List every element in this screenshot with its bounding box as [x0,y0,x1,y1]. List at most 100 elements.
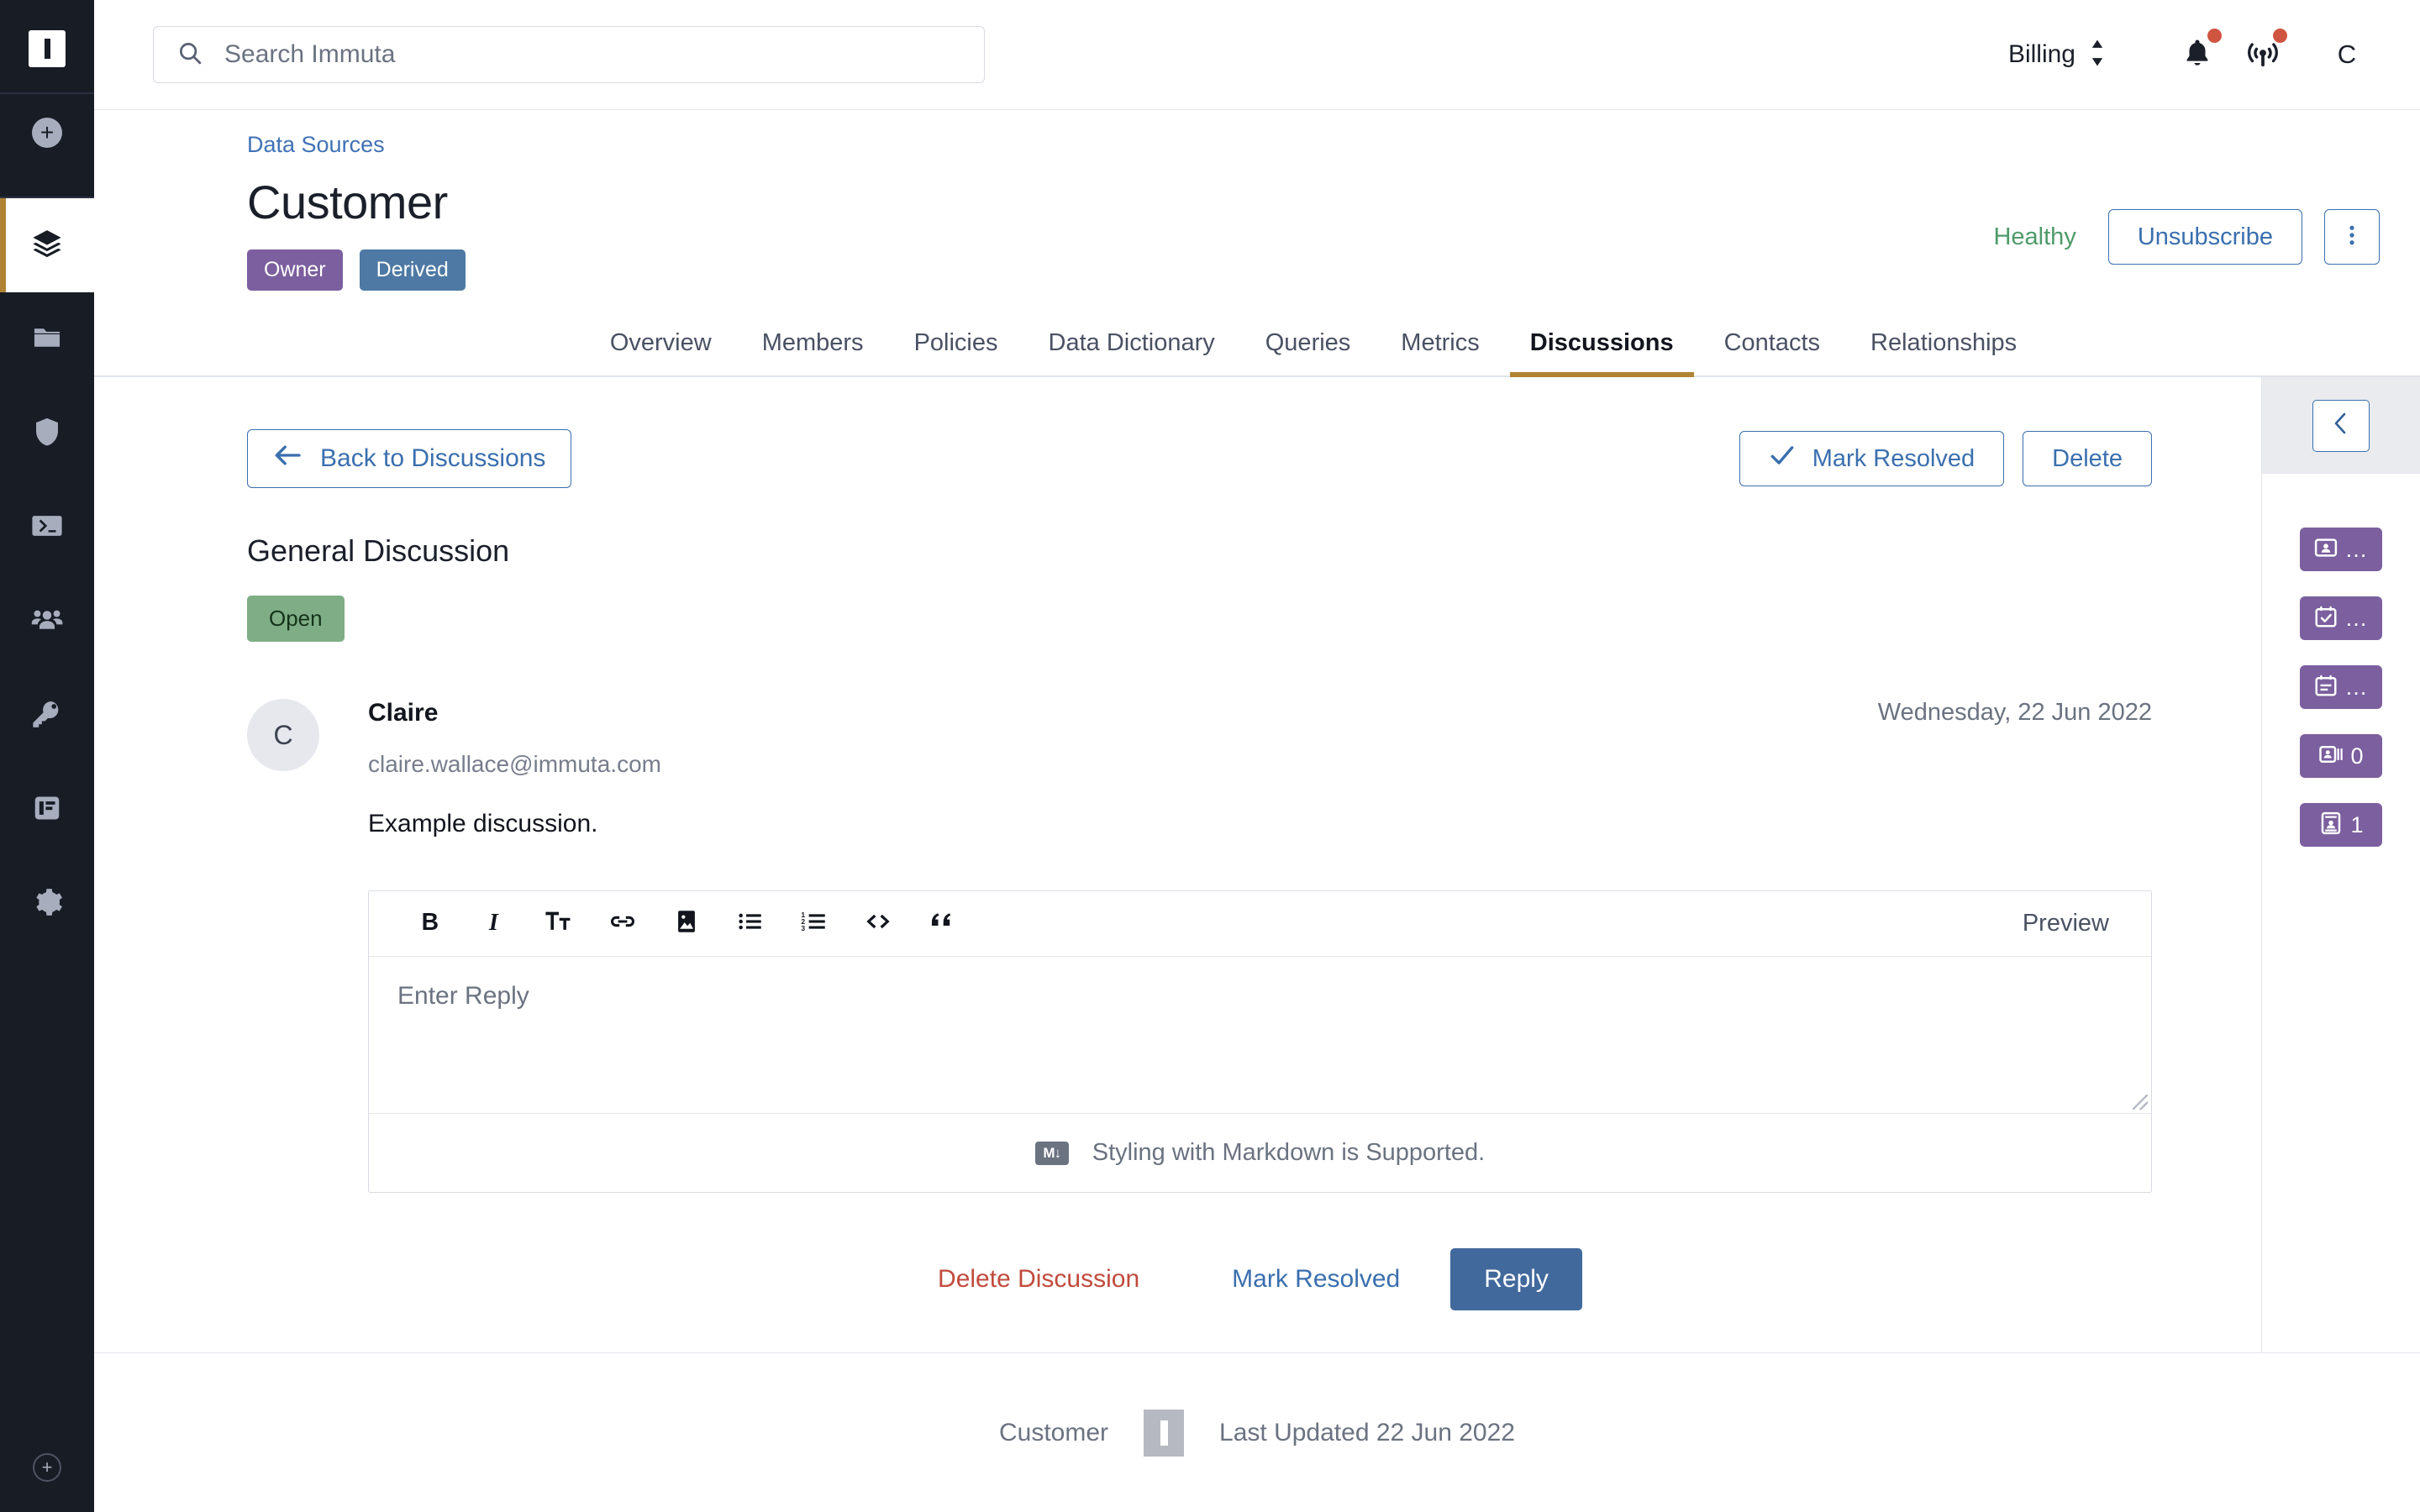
tag-derived: Derived [359,249,466,291]
more-options-button[interactable] [2324,209,2380,265]
topbar-actions: Billing C [2008,22,2380,87]
sidebar-item-projects[interactable] [0,292,94,386]
contacts-badge[interactable]: … [2300,528,2382,571]
mark-resolved-button-bottom[interactable]: Mark Resolved [1232,1265,1400,1294]
discussion-content: Back to Discussions Mark Resolved Delete [94,377,2262,1352]
collapse-panel-button[interactable] [2312,399,2370,452]
page-header-actions: Healthy Unsubscribe [1993,209,2380,265]
quote-button[interactable] [910,891,974,957]
main-column: Search Immuta Billing C Data Sources Cus… [94,0,2420,1512]
folder-icon [31,322,63,358]
tasks-badge[interactable]: … [2300,596,2382,640]
sidebar-item-settings[interactable] [0,857,94,951]
tab-policies[interactable]: Policies [889,319,1023,375]
delete-button-top[interactable]: Delete [2023,431,2152,486]
sidebar-item-policies[interactable] [0,386,94,480]
add-button[interactable]: + [0,94,94,171]
sidebar-item-data-sources[interactable] [0,198,94,292]
calendar-list-icon [2313,673,2338,702]
more-vertical-icon [2340,223,2364,251]
help-button[interactable]: + [0,1453,94,1482]
contact-card-icon [2313,535,2338,564]
plus-icon: + [32,118,62,148]
right-panel-badges: … … … 0 1 [2262,474,2420,847]
terminal-icon [31,510,63,546]
italic-button[interactable]: I [463,891,527,957]
quote-icon [928,907,956,940]
tab-data-dictionary[interactable]: Data Dictionary [1023,319,1240,375]
tag-owner: Owner [247,249,343,291]
shield-icon [31,416,63,452]
billing-selector[interactable]: Billing [2008,39,2106,71]
markdown-icon: M↓ [1034,1141,1069,1165]
breadcrumb[interactable]: Data Sources [247,110,2380,158]
search-input[interactable]: Search Immuta [153,26,985,83]
tab-contacts[interactable]: Contacts [1699,319,1845,375]
users-icon [31,604,63,640]
reply-textarea[interactable]: Enter Reply [369,957,2151,1113]
tab-relationships[interactable]: Relationships [1845,319,2042,375]
tab-metrics[interactable]: Metrics [1376,319,1504,375]
status-badge: Healthy [1993,223,2076,250]
discussion-status-badge: Open [247,596,345,642]
check-icon [1769,444,1796,473]
comment-author: Claire [368,699,439,727]
immuta-logo-icon [1144,1409,1185,1457]
numbered-list-icon: 123 [800,907,829,940]
code-button[interactable] [846,891,910,957]
broadcast-badge-dot [2273,29,2287,43]
discussion-actions-bottom: Delete Discussion Mark Resolved Reply [368,1248,2152,1310]
bold-button[interactable]: B [399,891,463,957]
notes-badge[interactable]: … [2300,665,2382,709]
help-icon: + [33,1453,61,1482]
delete-discussion-button[interactable]: Delete Discussion [938,1265,1139,1294]
link-button[interactable] [591,891,655,957]
bullet-list-button[interactable] [718,891,782,957]
numbered-list-button[interactable]: 123 [782,891,846,957]
left-nav-rail: + + [0,0,94,1512]
id-list-icon [2318,742,2344,771]
editor-footer: M↓ Styling with Markdown is Supported. [369,1113,2151,1192]
reply-button[interactable]: Reply [1450,1248,1582,1310]
subscribers-badge-value: 0 [2350,743,2364,769]
tab-members[interactable]: Members [737,319,889,375]
discussion-actions-top: Mark Resolved Delete [1739,431,2152,486]
resize-grip[interactable] [2133,1095,2148,1110]
sidebar-item-people[interactable] [0,575,94,669]
layers-icon [31,228,63,264]
mark-resolved-button-top[interactable]: Mark Resolved [1739,431,2005,486]
reply-editor: B I 1 2 3 Preview Enter Reply M↓ Styling… [368,890,2152,1193]
sidebar-item-audit[interactable] [0,763,94,857]
text-size-button[interactable] [527,891,591,957]
rail-items [0,198,94,951]
tab-queries[interactable]: Queries [1240,319,1376,375]
immuta-logo-icon[interactable] [29,30,66,67]
discussion-toolbar: Back to Discussions Mark Resolved Delete [247,429,2152,488]
unsubscribe-button[interactable]: Unsubscribe [2107,209,2302,265]
app-root: + + Search Immuta Billing C Data Sources… [0,0,2420,1512]
page-header: Data Sources Customer Owner Derived Heal… [94,109,2420,377]
preview-button[interactable]: Preview [2023,910,2121,937]
tab-overview[interactable]: Overview [585,319,737,375]
reply-placeholder: Enter Reply [397,982,529,1010]
comment-text: Example discussion. [368,810,598,837]
id-card-icon [2318,811,2344,840]
sidebar-item-query-engine[interactable] [0,480,94,575]
bullet-list-icon [736,907,765,940]
notifications-button[interactable] [2165,22,2230,87]
notes-badge-value: … [2344,674,2370,700]
tab-discussions[interactable]: Discussions [1505,319,1699,377]
sidebar-item-identity[interactable] [0,669,94,763]
owners-badge[interactable]: 1 [2300,803,2382,847]
right-panel-header [2262,377,2420,474]
back-to-discussions-button[interactable]: Back to Discussions [247,429,572,488]
bell-icon [2181,37,2213,73]
right-panel: … … … 0 1 [2262,377,2420,1352]
subscribers-badge[interactable]: 0 [2300,734,2382,778]
broadcast-button[interactable] [2230,22,2296,87]
image-button[interactable] [655,891,718,957]
arrow-left-icon [273,444,302,474]
chevron-up-down-icon [2089,39,2106,71]
user-avatar[interactable]: C [2314,22,2380,87]
owners-badge-value: 1 [2350,811,2364,837]
